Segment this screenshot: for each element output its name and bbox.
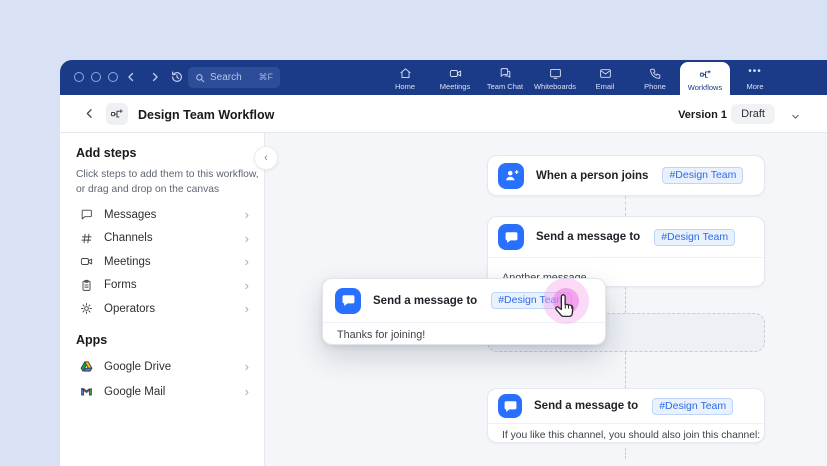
status-badge[interactable]: Draft <box>731 104 775 124</box>
phone-icon <box>649 67 662 80</box>
workflow-icon <box>699 68 712 81</box>
home-icon <box>399 67 412 80</box>
sidebar-collapse-button[interactable]: ‹ <box>254 146 278 170</box>
sidebar-item-google-drive[interactable]: Google Drive › <box>60 354 263 379</box>
sidebar-heading: Add steps <box>76 146 136 160</box>
window-titlebar: Search ⌘F Home Meetings Team Chat Whiteb… <box>60 60 827 95</box>
add-steps-sidebar: Add steps Click steps to add them to thi… <box>60 133 265 466</box>
trigger-text: When a person joins <box>536 170 648 182</box>
chat-filled-icon <box>498 224 524 250</box>
apps-list: Google Drive › Google Mail › <box>60 354 263 404</box>
version-label: Version 1 <box>678 109 727 121</box>
history-icon[interactable] <box>170 70 184 84</box>
search-input[interactable]: Search ⌘F <box>188 67 280 88</box>
hash-icon <box>80 232 93 245</box>
workflow-step-card[interactable]: Send a message to #Design Team Another m… <box>487 216 765 287</box>
tab-meetings[interactable]: Meetings <box>430 60 480 95</box>
video-camera-icon <box>449 67 462 80</box>
channel-pill[interactable]: #Design Team <box>662 167 743 184</box>
chevron-right-icon: › <box>245 385 249 398</box>
channel-pill[interactable]: #Design Team <box>654 229 735 246</box>
chat-bubble-icon <box>80 208 93 221</box>
tab-home[interactable]: Home <box>380 60 430 95</box>
ellipsis-icon: ••• <box>748 67 762 80</box>
workflow-editor: Add steps Click steps to add them to thi… <box>60 133 827 466</box>
channel-pill[interactable]: #Design Team <box>652 398 733 415</box>
apps-heading: Apps <box>76 333 107 347</box>
envelope-icon <box>599 67 612 80</box>
main-nav: Home Meetings Team Chat Whiteboards Emai… <box>380 60 780 95</box>
tab-team-chat[interactable]: Team Chat <box>480 60 530 95</box>
sidebar-item-messages[interactable]: Messages › <box>60 203 263 227</box>
gear-icon <box>80 302 93 315</box>
chat-filled-icon <box>498 394 522 418</box>
message-body-text: Thanks for joining! <box>323 323 605 341</box>
person-add-icon <box>498 163 524 189</box>
connector-line <box>625 196 626 216</box>
tab-workflows[interactable]: Workflows <box>680 62 730 95</box>
hand-cursor-icon <box>552 291 582 323</box>
sidebar-item-google-mail[interactable]: Google Mail › <box>60 379 263 404</box>
workflow-icon <box>106 103 128 125</box>
search-icon <box>195 73 205 83</box>
back-button[interactable] <box>124 70 138 84</box>
whiteboard-icon <box>549 67 562 80</box>
workflow-step-card[interactable]: Send a message to #Design Team If you li… <box>487 388 765 443</box>
chevron-right-icon: › <box>245 360 249 373</box>
back-to-workflows-button[interactable] <box>82 106 97 121</box>
workflow-header: Design Team Workflow Version 1 Draft <box>60 95 827 133</box>
page-title: Design Team Workflow <box>138 108 274 122</box>
video-camera-icon <box>80 255 93 268</box>
chevron-right-icon: › <box>245 255 249 268</box>
connector-line <box>625 287 626 313</box>
sidebar-description: Click steps to add them to this workflow… <box>76 168 260 198</box>
steps-list: Messages › Channels › Meetings › Forms ›… <box>60 203 263 321</box>
google-drive-icon <box>80 360 93 373</box>
workflow-trigger-card[interactable]: When a person joins #Design Team <box>487 155 765 196</box>
forward-button[interactable] <box>148 70 162 84</box>
sidebar-item-meetings[interactable]: Meetings › <box>60 250 263 274</box>
tab-email[interactable]: Email <box>580 60 630 95</box>
sidebar-item-channels[interactable]: Channels › <box>60 227 263 251</box>
search-shortcut: ⌘F <box>259 72 274 83</box>
tab-more[interactable]: ••• More <box>730 60 780 95</box>
tab-whiteboards[interactable]: Whiteboards <box>530 60 580 95</box>
window-controls[interactable] <box>74 72 118 82</box>
chat-filled-icon <box>335 288 361 314</box>
window-minimize-button[interactable] <box>91 72 101 82</box>
window-close-button[interactable] <box>74 72 84 82</box>
tab-phone[interactable]: Phone <box>630 60 680 95</box>
chevron-right-icon: › <box>245 302 249 315</box>
clipboard-icon <box>80 279 93 292</box>
sidebar-item-operators[interactable]: Operators › <box>60 297 263 321</box>
sidebar-item-forms[interactable]: Forms › <box>60 274 263 298</box>
chevron-right-icon: › <box>245 232 249 245</box>
search-placeholder: Search <box>210 72 242 83</box>
connector-line <box>625 448 626 459</box>
gmail-icon <box>80 385 93 398</box>
chevron-right-icon: › <box>245 279 249 292</box>
chat-bubbles-icon <box>499 67 512 80</box>
window-zoom-button[interactable] <box>108 72 118 82</box>
chevron-down-icon[interactable] <box>790 109 801 120</box>
connector-line <box>625 352 626 388</box>
message-body-text: If you like this channel, you should als… <box>488 424 764 441</box>
chevron-right-icon: › <box>245 208 249 221</box>
